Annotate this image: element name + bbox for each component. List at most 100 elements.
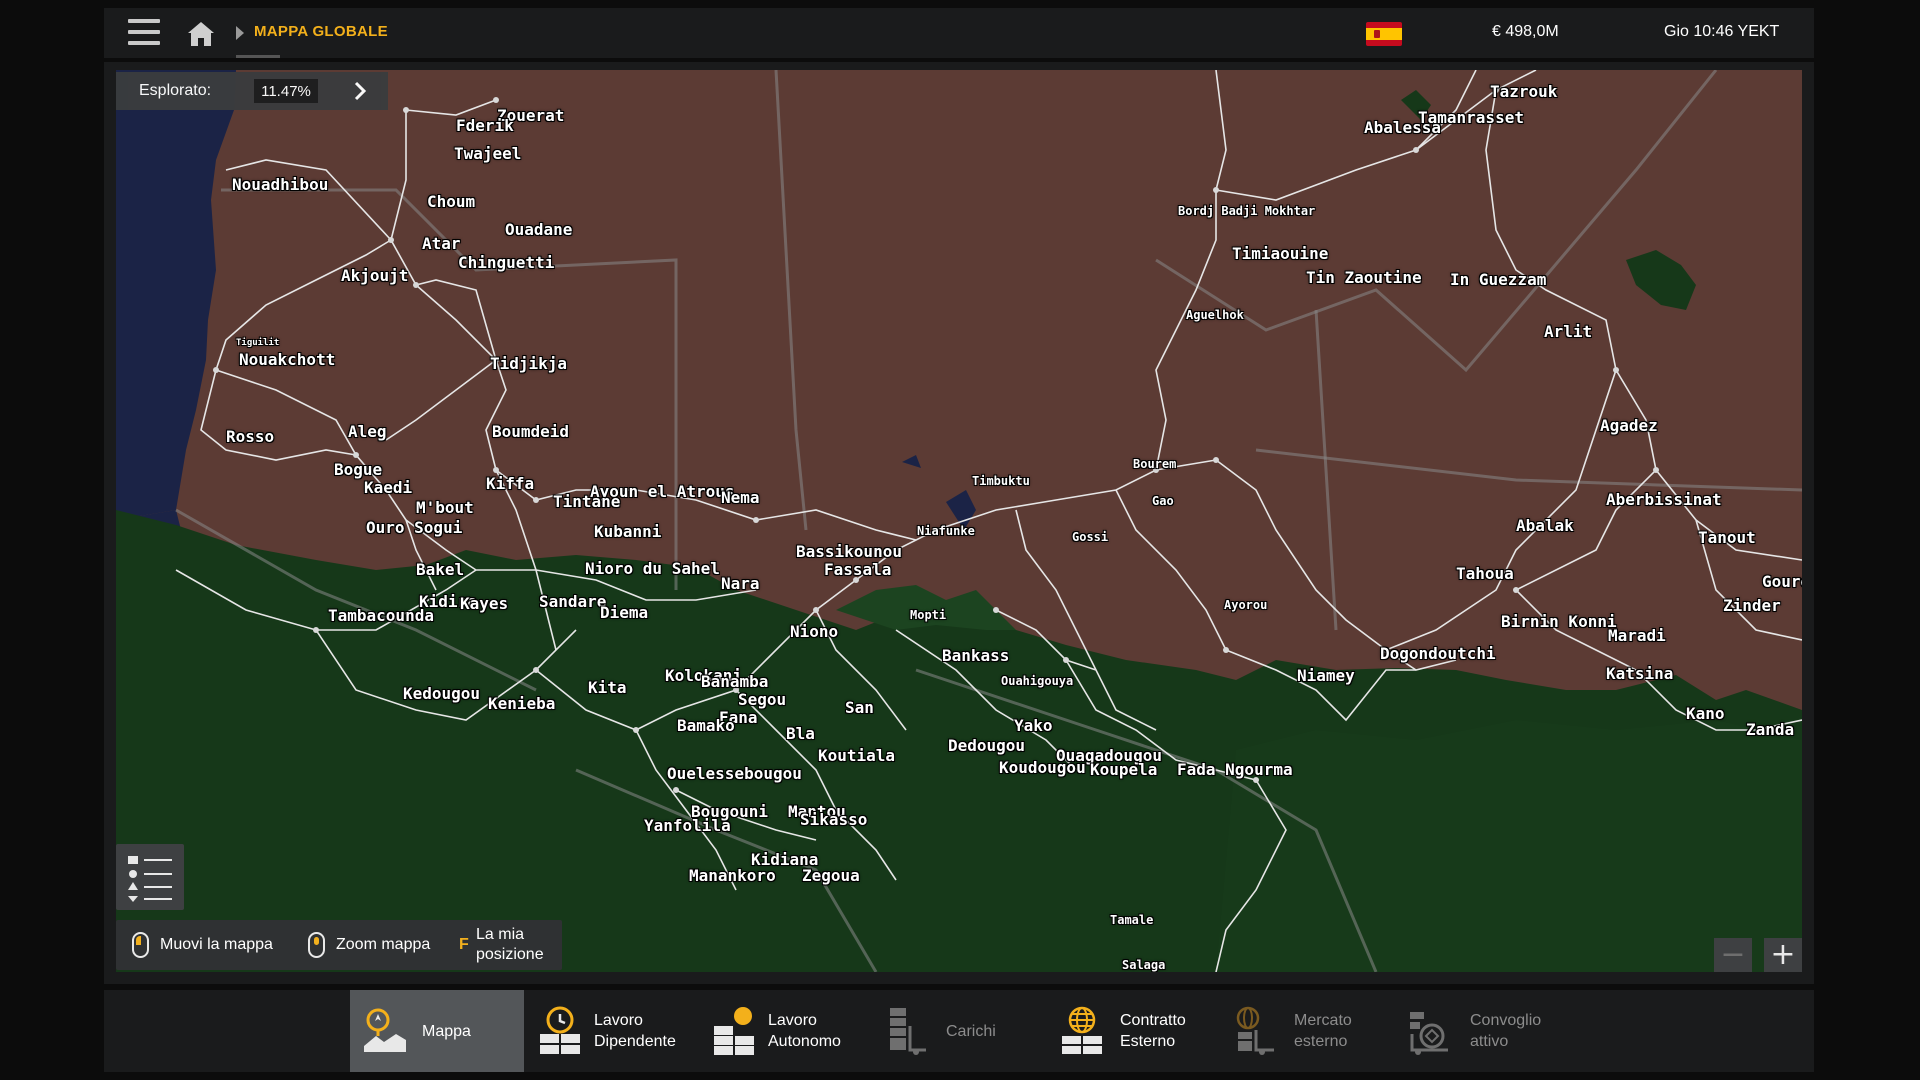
city-label[interactable]: Gossi bbox=[1072, 530, 1108, 544]
city-label[interactable]: Banamba bbox=[701, 672, 768, 691]
city-label[interactable]: Ouadane bbox=[505, 220, 572, 239]
city-label[interactable]: Bakel bbox=[416, 560, 464, 579]
city-label[interactable]: Sikasso bbox=[800, 810, 867, 829]
city-label[interactable]: Twajeel bbox=[454, 144, 521, 163]
city-label[interactable]: Kubanni bbox=[594, 522, 661, 541]
city-label[interactable]: Bamako bbox=[677, 716, 735, 735]
city-label[interactable]: Tin Zaoutine bbox=[1306, 268, 1422, 287]
city-label[interactable]: Birnin Konni bbox=[1501, 612, 1617, 631]
city-label[interactable]: Nara bbox=[721, 574, 760, 593]
city-label[interactable]: Tazrouk bbox=[1490, 82, 1557, 101]
city-label[interactable]: Kenieba bbox=[488, 694, 555, 713]
city-label[interactable]: Niono bbox=[790, 622, 838, 641]
city-label[interactable]: Katsina bbox=[1606, 664, 1673, 683]
city-label[interactable]: Kaedi bbox=[364, 478, 412, 497]
city-label[interactable]: Gao bbox=[1152, 494, 1174, 508]
city-label[interactable]: Bordj Badji Mokhtar bbox=[1178, 204, 1315, 218]
city-label[interactable]: Salaga bbox=[1122, 958, 1165, 972]
nav-tab-external-contract[interactable]: Contratto Esterno bbox=[1046, 990, 1220, 1072]
city-label[interactable]: Yanfolila bbox=[644, 816, 731, 835]
city-label[interactable]: Fada Ngourma bbox=[1177, 760, 1293, 779]
city-label[interactable]: Kita bbox=[588, 678, 627, 697]
city-label[interactable]: Aberbissinat bbox=[1606, 490, 1722, 509]
nav-tab-active-convoy[interactable]: Convoglio attivo bbox=[1394, 990, 1568, 1072]
nav-tab-map[interactable]: Mappa bbox=[350, 990, 524, 1072]
city-label[interactable]: Choum bbox=[427, 192, 475, 211]
city-label[interactable]: Tambacounda bbox=[328, 606, 434, 625]
city-label[interactable]: Abalak bbox=[1516, 516, 1574, 535]
city-label[interactable]: In Guezzam bbox=[1450, 270, 1546, 289]
city-label[interactable]: Bankass bbox=[942, 646, 1009, 665]
city-label[interactable]: Chinguetti bbox=[458, 253, 554, 272]
city-label[interactable]: Segou bbox=[738, 690, 786, 709]
city-label[interactable]: Koudougou bbox=[999, 758, 1086, 777]
city-label[interactable]: Ouahigouya bbox=[1001, 674, 1073, 688]
city-label[interactable]: San bbox=[845, 698, 874, 717]
city-label[interactable]: Nouadhibou bbox=[232, 175, 328, 194]
city-label[interactable]: Goure bbox=[1762, 572, 1802, 591]
city-label[interactable]: Boumdeid bbox=[492, 422, 569, 441]
city-label[interactable]: Rosso bbox=[226, 427, 274, 446]
city-label[interactable]: Bla bbox=[786, 724, 815, 743]
city-label[interactable]: Kedougou bbox=[403, 684, 480, 703]
city-label[interactable]: Dogondoutchi bbox=[1380, 644, 1496, 663]
nav-tab-freelance-job[interactable]: Lavoro Autonomo bbox=[698, 990, 872, 1072]
city-label[interactable]: Timbuktu bbox=[972, 474, 1030, 488]
city-label[interactable]: Yako bbox=[1014, 716, 1053, 735]
city-label[interactable]: Zinder bbox=[1723, 596, 1781, 615]
city-label[interactable]: Agadez bbox=[1600, 416, 1658, 435]
city-label[interactable]: Nema bbox=[721, 488, 760, 507]
city-label[interactable]: Dedougou bbox=[948, 736, 1025, 755]
home-icon[interactable] bbox=[186, 20, 216, 48]
city-label[interactable]: Aguelhok bbox=[1186, 308, 1244, 322]
city-label[interactable]: Diema bbox=[600, 603, 648, 622]
city-label[interactable]: Maradi bbox=[1608, 626, 1666, 645]
city-label[interactable]: Tanout bbox=[1698, 528, 1756, 547]
city-label[interactable]: Manankoro bbox=[689, 866, 776, 885]
city-label[interactable]: Zegoua bbox=[802, 866, 860, 885]
city-label[interactable]: Tahoua bbox=[1456, 564, 1514, 583]
explored-value: 11.47% bbox=[261, 83, 311, 100]
city-label[interactable]: Nouakchott bbox=[239, 350, 335, 369]
city-label[interactable]: Koupela bbox=[1090, 760, 1157, 779]
city-label[interactable]: M'bout bbox=[416, 498, 474, 517]
city-label[interactable]: Ayorou bbox=[1224, 598, 1267, 612]
city-label[interactable]: Zanda bbox=[1746, 720, 1794, 739]
city-label[interactable]: Nioro du Sahel bbox=[585, 559, 720, 578]
world-map[interactable]: Zouerat Fderik Twajeel Nouadhibou Choum … bbox=[116, 70, 1802, 972]
breadcrumb-title[interactable]: MAPPA GLOBALE bbox=[254, 23, 388, 40]
city-label[interactable]: Bogue bbox=[334, 460, 382, 479]
city-label[interactable]: Bassikounou bbox=[796, 542, 902, 561]
hamburger-menu-icon[interactable] bbox=[128, 19, 160, 47]
nav-tab-employee-job[interactable]: Lavoro Dipendente bbox=[524, 990, 698, 1072]
city-label[interactable]: Akjoujt bbox=[341, 266, 408, 285]
city-label[interactable]: Kiffa bbox=[486, 474, 534, 493]
city-label[interactable]: Timiaouine bbox=[1232, 244, 1328, 263]
city-label[interactable]: Tidjikja bbox=[490, 354, 567, 373]
city-label[interactable]: Ouelessebougou bbox=[667, 764, 802, 783]
city-label[interactable]: Tiguilit bbox=[236, 338, 279, 348]
zoom-out-button[interactable]: − bbox=[1714, 938, 1752, 972]
city-label[interactable]: Koutiala bbox=[818, 746, 895, 765]
city-label[interactable]: Tamanrasset bbox=[1418, 108, 1524, 127]
zoom-in-button[interactable]: + bbox=[1764, 938, 1802, 972]
city-label[interactable]: Sandare bbox=[539, 592, 606, 611]
city-label[interactable]: Kayes bbox=[460, 594, 508, 613]
city-label[interactable]: Mopti bbox=[910, 608, 946, 622]
city-label[interactable]: Fderik bbox=[456, 116, 514, 135]
city-label[interactable]: Niafunke bbox=[917, 524, 975, 538]
chevron-right-icon[interactable] bbox=[350, 81, 370, 101]
city-label[interactable]: Niamey bbox=[1297, 666, 1355, 685]
city-label[interactable]: Kano bbox=[1686, 704, 1725, 723]
nav-tab-cargo[interactable]: Carichi bbox=[872, 990, 1046, 1072]
city-label[interactable]: Bourem bbox=[1133, 457, 1176, 471]
city-label[interactable]: Tamale bbox=[1110, 913, 1153, 927]
city-label[interactable]: Aleg bbox=[348, 422, 387, 441]
map-legend-button[interactable] bbox=[116, 844, 184, 910]
city-label[interactable]: Fassala bbox=[824, 560, 891, 579]
city-label[interactable]: Arlit bbox=[1544, 322, 1592, 341]
nav-tab-external-market[interactable]: Mercato esterno bbox=[1220, 990, 1394, 1072]
city-label[interactable]: Atar bbox=[422, 234, 461, 253]
city-label[interactable]: Ouro Sogui bbox=[366, 518, 462, 537]
city-label[interactable]: Tintane bbox=[553, 492, 620, 511]
